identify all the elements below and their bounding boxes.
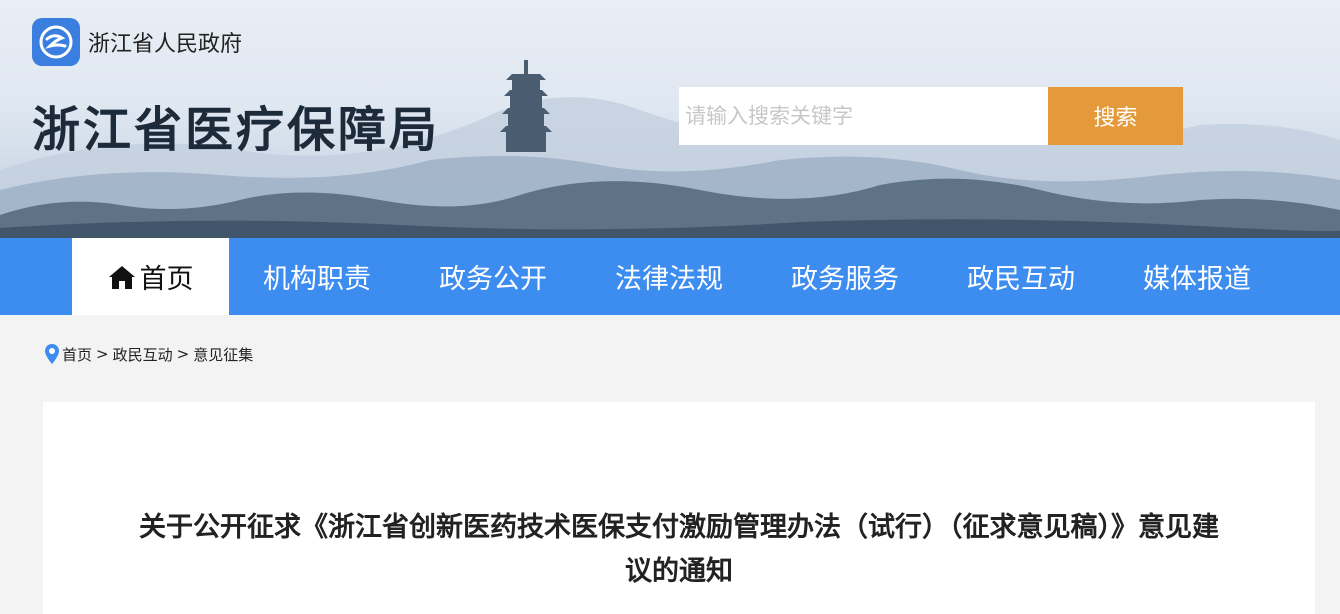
nav-item-label: 媒体报道 xyxy=(1143,264,1251,295)
nav-item-label: 法律法规 xyxy=(615,264,723,295)
nav-item-laws[interactable]: 法律法规 xyxy=(581,238,757,315)
breadcrumb-interaction[interactable]: 政民互动 xyxy=(113,344,173,365)
search-input[interactable] xyxy=(679,87,1049,145)
breadcrumb-separator: > xyxy=(176,345,190,363)
site-title: 浙江省医疗保障局 xyxy=(32,102,441,158)
breadcrumb-current[interactable]: 意见征集 xyxy=(193,344,253,365)
nav-item-gov-services[interactable]: 政务服务 xyxy=(757,238,933,315)
nav-item-label: 政务公开 xyxy=(439,264,547,295)
gov-name: 浙江省人民政府 xyxy=(88,32,243,57)
nav-item-gov-affairs-open[interactable]: 政务公开 xyxy=(405,238,581,315)
home-icon xyxy=(108,264,136,290)
breadcrumb: 首页 > 政民互动 > 意见征集 xyxy=(44,340,253,368)
zhejiang-gov-logo-icon xyxy=(32,18,80,66)
nav-item-organization[interactable]: 机构职责 xyxy=(229,238,405,315)
gov-badge[interactable]: 浙江省人民政府 xyxy=(32,18,242,66)
main-nav: 首页 机构职责 政务公开 法律法规 政务服务 政民互动 媒体报道 xyxy=(0,238,1340,315)
nav-item-home[interactable]: 首页 xyxy=(72,238,229,315)
breadcrumb-home[interactable]: 首页 xyxy=(62,344,92,365)
article-card: 关于公开征求《浙江省创新医药技术医保支付激励管理办法（试行）（征求意见稿）》意见… xyxy=(43,402,1315,614)
location-pin-icon xyxy=(44,343,60,365)
article-title: 关于公开征求《浙江省创新医药技术医保支付激励管理办法（试行）（征求意见稿）》意见… xyxy=(139,512,1219,587)
nav-item-label: 政务服务 xyxy=(791,264,899,295)
nav-item-label: 政民互动 xyxy=(967,264,1075,295)
nav-item-media[interactable]: 媒体报道 xyxy=(1109,238,1285,315)
nav-item-label: 机构职责 xyxy=(263,264,371,295)
search-button[interactable]: 搜索 xyxy=(1048,87,1183,145)
breadcrumb-separator: > xyxy=(96,345,109,363)
nav-item-interaction[interactable]: 政民互动 xyxy=(933,238,1109,315)
nav-item-label: 首页 xyxy=(139,264,194,295)
